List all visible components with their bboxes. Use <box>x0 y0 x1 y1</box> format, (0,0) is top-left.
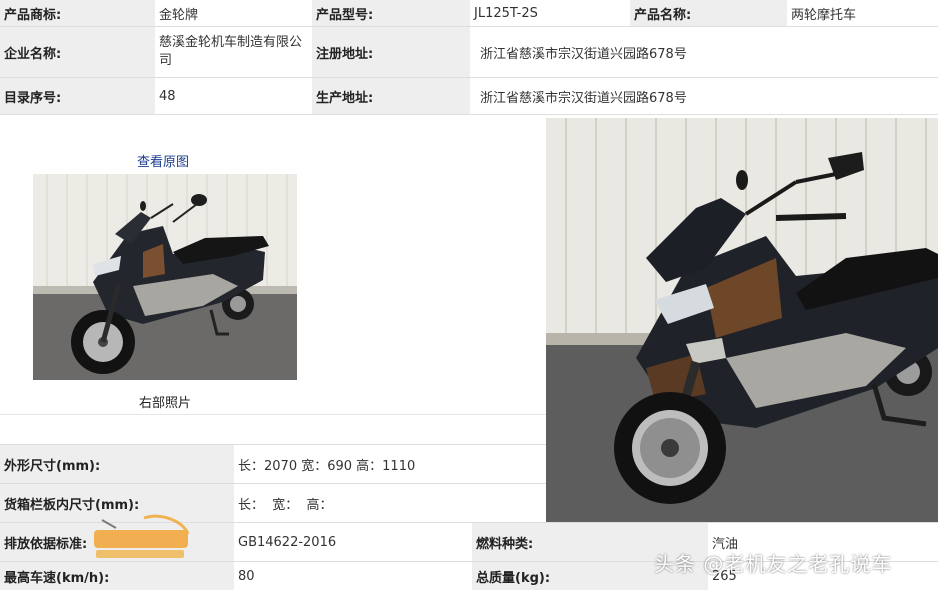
divider <box>0 414 546 415</box>
photo-caption: 右部照片 <box>138 396 191 411</box>
dims-value: 长：2070 宽：690 高：1110 <box>234 445 546 483</box>
dims-label: 外形尺寸(mm): <box>0 445 234 483</box>
company-label: 企业名称: <box>0 27 155 77</box>
scooter-thumbnail[interactable] <box>33 174 297 380</box>
divider <box>0 483 546 484</box>
catalog-label: 目录序号: <box>0 78 155 114</box>
divider <box>0 26 938 27</box>
name-value: 两轮摩托车 <box>787 0 938 26</box>
reg-addr-label: 注册地址: <box>312 27 470 77</box>
cargo-value: 长： 宽： 高： <box>234 484 546 522</box>
brand-label: 产品商标: <box>0 0 155 26</box>
catalog-value: 48 <box>155 78 312 114</box>
site-logo-watermark <box>92 514 192 560</box>
emission-value: GB14622-2016 <box>234 523 472 561</box>
scooter-large-photo <box>546 118 938 524</box>
prod-addr-label: 生产地址: <box>312 78 470 114</box>
name-label: 产品名称: <box>630 0 787 26</box>
divider <box>0 77 938 78</box>
brand-value: 金轮牌 <box>155 0 312 26</box>
speed-value: 80 <box>234 562 472 590</box>
prod-addr-value: 浙江省慈溪市宗汉街道兴园路678号 <box>470 78 938 114</box>
company-value: 慈溪金轮机车制造有限公司 <box>155 27 312 77</box>
model-value: JL125T-2S <box>470 0 630 26</box>
view-original-link[interactable]: 查看原图 <box>137 151 189 170</box>
model-label: 产品型号: <box>312 0 470 26</box>
speed-label: 最高车速(km/h): <box>0 562 234 590</box>
divider <box>0 114 938 115</box>
reg-addr-value: 浙江省慈溪市宗汉街道兴园路678号 <box>470 27 938 77</box>
platform-watermark: 头条 @老机友之老孔说车 <box>654 552 893 576</box>
